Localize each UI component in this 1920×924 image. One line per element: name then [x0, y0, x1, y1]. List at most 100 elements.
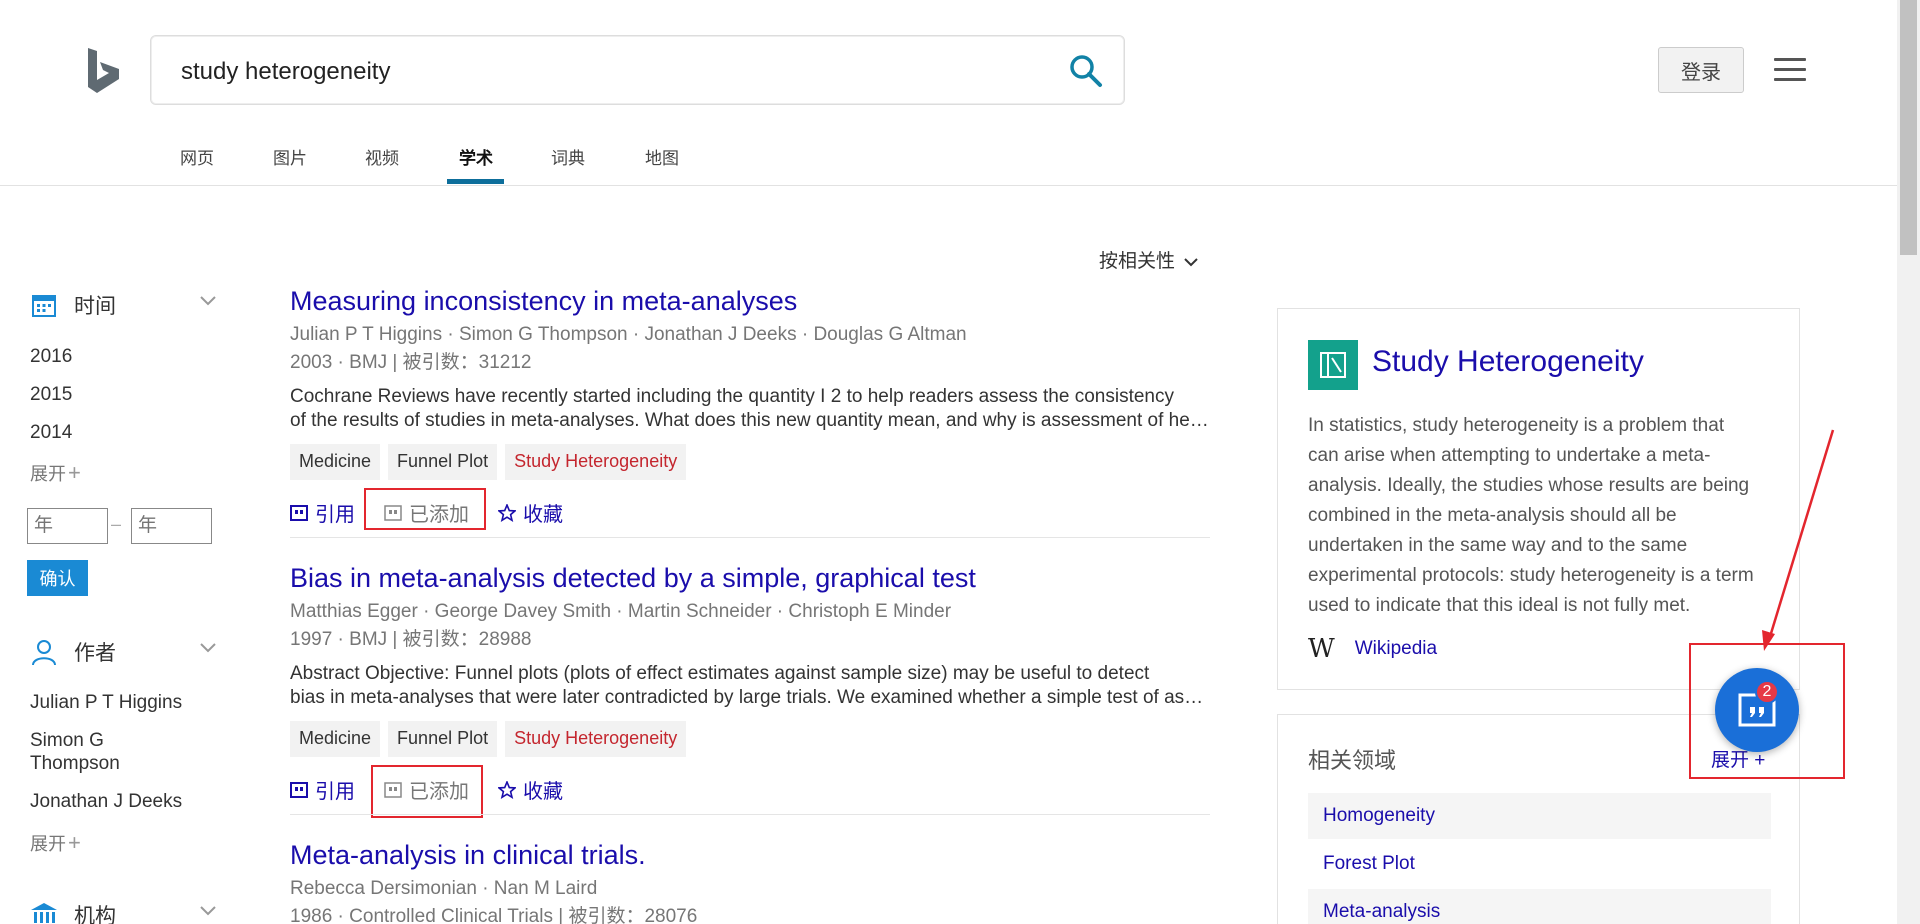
author-expand-button[interactable]: 展开+ — [30, 830, 81, 856]
result-meta: 1997 · BMJ | 被引数：28988 — [290, 629, 532, 650]
result-item: Bias in meta-analysis detected by a simp… — [290, 563, 1210, 818]
result-item: Meta-analysis in clinical trials. Rebecc… — [290, 840, 1210, 924]
knowledge-title[interactable]: Study Heterogeneity — [1372, 345, 1644, 379]
result-abstract: Cochrane Reviews have recently started i… — [290, 385, 1210, 433]
save-button[interactable]: 收藏 — [498, 775, 563, 804]
desc-line: experimental protocols: study heterogene… — [1308, 565, 1754, 586]
login-button[interactable]: 登录 — [1658, 47, 1744, 93]
filter-time-header[interactable]: 时间 — [30, 290, 220, 320]
topic-icon — [1308, 340, 1358, 390]
related-item[interactable]: Meta-analysis — [1308, 889, 1771, 924]
wikipedia-source[interactable]: W Wikipedia — [1308, 634, 1437, 664]
filter-institution-header[interactable]: 机构 — [30, 900, 220, 924]
tag[interactable]: Study Heterogeneity — [505, 444, 687, 480]
chevron-down-icon[interactable] — [200, 643, 216, 653]
active-tab-indicator — [447, 179, 504, 184]
result-authors: Rebecca Dersimonian · Nan M Laird — [290, 878, 598, 899]
year-to-input[interactable] — [131, 508, 212, 544]
filter-author-item[interactable]: Julian P T Higgins — [30, 691, 220, 714]
desc-line: undertaken in the same way and to the sa… — [1308, 535, 1688, 556]
desc-line: combined in the meta-analysis should all… — [1308, 505, 1677, 526]
tag[interactable]: Study Heterogeneity — [505, 721, 687, 757]
save-label: 收藏 — [523, 504, 563, 526]
vertical-tabs: 网页 图片 视频 学术 词典 地图 — [0, 130, 1897, 186]
wikipedia-link[interactable]: Wikipedia — [1355, 638, 1437, 660]
institution-icon — [31, 903, 57, 923]
hamburger-menu-icon[interactable] — [1774, 58, 1806, 82]
annotation-box — [364, 488, 486, 530]
result-meta: 1986 · Controlled Clinical Trials | 被引数：… — [290, 906, 698, 924]
quote-icon — [290, 504, 308, 521]
abstract-line: Cochrane Reviews have recently started i… — [290, 386, 1174, 407]
divider — [290, 537, 1210, 538]
filter-institution-label: 机构 — [74, 905, 116, 924]
filter-year-2016[interactable]: 2016 — [30, 345, 220, 368]
result-title[interactable]: Bias in meta-analysis detected by a simp… — [290, 563, 1210, 594]
related-item[interactable]: Forest Plot — [1308, 841, 1771, 887]
time-expand-label: 展开 — [30, 464, 66, 484]
annotation-box — [371, 765, 483, 818]
chevron-down-icon — [1184, 258, 1199, 267]
tag[interactable]: Funnel Plot — [388, 721, 498, 757]
calendar-icon — [32, 295, 56, 317]
star-icon — [498, 503, 516, 522]
cite-button[interactable]: 引用 — [290, 498, 355, 527]
filter-author-header[interactable]: 作者 — [30, 637, 220, 667]
tab-dictionary[interactable]: 词典 — [551, 144, 585, 169]
tag[interactable]: Funnel Plot — [388, 444, 498, 480]
star-icon — [498, 780, 516, 799]
divider — [290, 814, 1210, 815]
result-title[interactable]: Meta-analysis in clinical trials. — [290, 840, 1210, 871]
save-label: 收藏 — [523, 781, 563, 803]
search-icon[interactable] — [1068, 53, 1104, 89]
result-tags: Medicine Funnel Plot Study Heterogeneity — [290, 444, 1210, 480]
sort-dropdown[interactable]: 按相关性 — [1099, 246, 1199, 273]
cite-label: 引用 — [315, 781, 355, 803]
chevron-down-icon[interactable] — [200, 906, 216, 916]
bing-logo[interactable] — [86, 48, 122, 94]
year-range-separator: – — [111, 514, 122, 534]
desc-line: used to indicate that this ideal is not … — [1308, 595, 1691, 616]
result-abstract: Abstract Objective: Funnel plots (plots … — [290, 662, 1210, 710]
filter-author-item[interactable]: Simon G Thompson — [30, 729, 150, 775]
tab-videos[interactable]: 视频 — [365, 144, 399, 169]
tag[interactable]: Medicine — [290, 444, 381, 480]
time-expand-button[interactable]: 展开+ — [30, 460, 81, 486]
tag[interactable]: Medicine — [290, 721, 381, 757]
tab-web[interactable]: 网页 — [180, 144, 214, 169]
tab-maps[interactable]: 地图 — [645, 144, 679, 169]
save-button[interactable]: 收藏 — [498, 498, 563, 527]
result-tags: Medicine Funnel Plot Study Heterogeneity — [290, 721, 1210, 757]
confirm-button[interactable]: 确认 — [27, 560, 88, 596]
search-input[interactable]: study heterogeneity — [150, 35, 1125, 105]
related-item[interactable]: Homogeneity — [1308, 793, 1771, 839]
scrollbar-thumb[interactable] — [1900, 0, 1917, 255]
cite-button[interactable]: 引用 — [290, 775, 355, 804]
filter-year-2015[interactable]: 2015 — [30, 383, 220, 406]
year-from-input[interactable] — [27, 508, 108, 544]
chevron-down-icon[interactable] — [200, 296, 216, 306]
result-actions: 引用 已添加 收藏 — [290, 488, 1210, 534]
related-title: 相关领域 — [1308, 748, 1397, 773]
scrollbar[interactable] — [1897, 0, 1920, 924]
filter-time-label: 时间 — [74, 295, 116, 318]
abstract-line: of the results of studies in meta-analys… — [290, 410, 1210, 431]
annotation-box — [1689, 643, 1845, 779]
quote-icon — [290, 781, 308, 798]
knowledge-panel: Study Heterogeneity In statistics, study… — [1277, 308, 1800, 690]
desc-line: In statistics, study heterogeneity is a … — [1308, 415, 1725, 436]
result-authors: Julian P T Higgins · Simon G Thompson · … — [290, 324, 967, 345]
result-item: Measuring inconsistency in meta-analyses… — [290, 286, 1210, 534]
filter-year-2014[interactable]: 2014 — [30, 421, 220, 444]
tab-images[interactable]: 图片 — [273, 144, 307, 169]
result-actions: 引用 已添加 收藏 — [290, 765, 1210, 818]
plus-icon: + — [68, 830, 81, 855]
abstract-line: Abstract Objective: Funnel plots (plots … — [290, 663, 1150, 684]
author-expand-label: 展开 — [30, 834, 66, 854]
result-title[interactable]: Measuring inconsistency in meta-analyses — [290, 286, 1210, 317]
cite-label: 引用 — [315, 504, 355, 526]
wikipedia-icon: W — [1308, 634, 1335, 664]
sort-label: 按相关性 — [1099, 251, 1176, 272]
filter-author-item[interactable]: Jonathan J Deeks — [30, 790, 220, 813]
tab-academic[interactable]: 学术 — [459, 144, 493, 169]
